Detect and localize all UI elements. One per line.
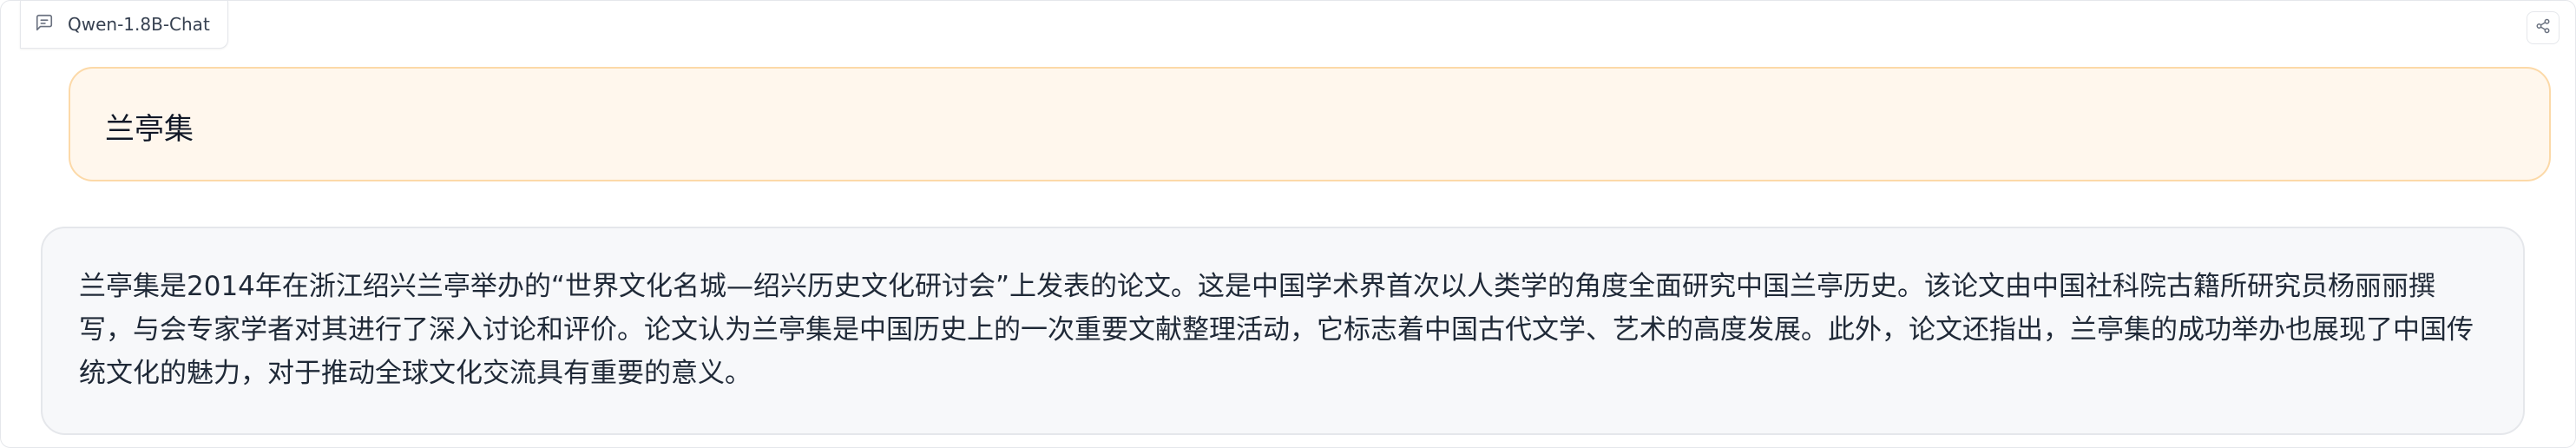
share-button[interactable]: [2527, 11, 2560, 44]
model-name: Qwen-1.8B-Chat: [68, 14, 210, 35]
chatbot-label: Qwen-1.8B-Chat: [20, 1, 228, 49]
chatbot-panel: Qwen-1.8B-Chat 兰亭集 兰亭集是2014年在浙江绍兴兰亭举办的“世…: [0, 0, 2576, 448]
user-message: 兰亭集: [69, 67, 2551, 181]
chat-bubble-icon: [35, 13, 54, 36]
assistant-message: 兰亭集是2014年在浙江绍兴兰亭举办的“世界文化名城—绍兴历史文化研讨会”上发表…: [41, 227, 2525, 435]
share-icon: [2535, 18, 2551, 37]
